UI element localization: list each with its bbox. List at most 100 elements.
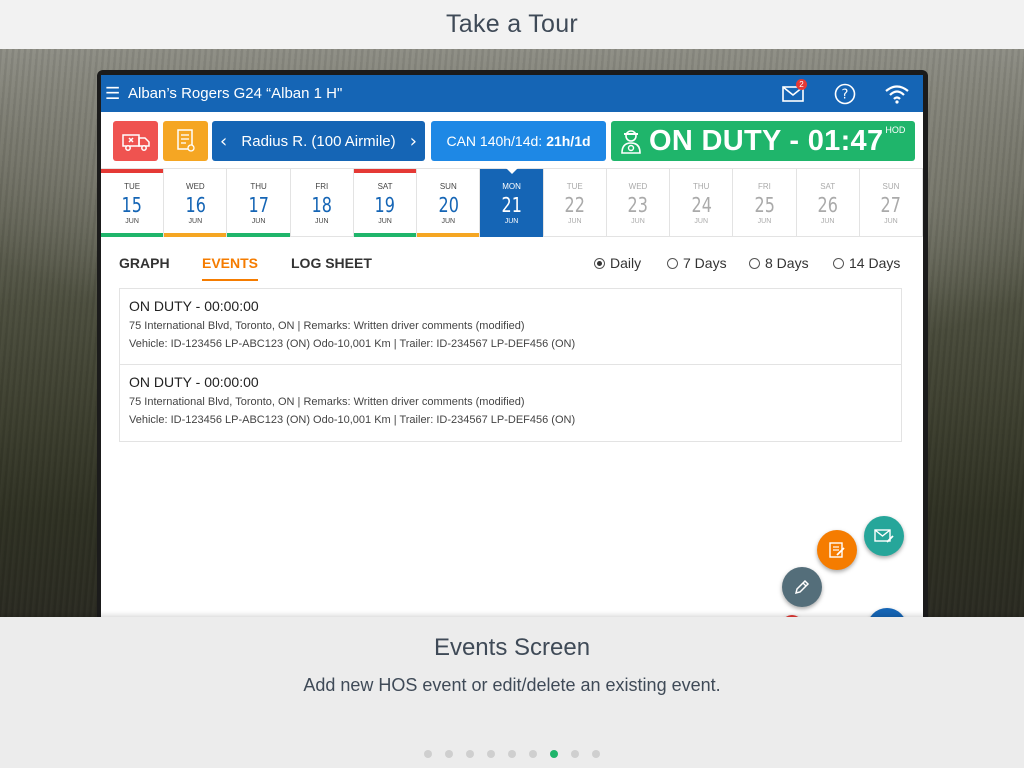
range-daily[interactable]: Daily: [594, 255, 641, 271]
day-month: JUN: [251, 218, 266, 225]
event-title: ON DUTY - 00:00:00: [129, 374, 259, 390]
day-20[interactable]: SUN 20 JUN: [417, 169, 481, 237]
pagination-dots: [0, 750, 1024, 758]
range-8-days[interactable]: 8 Days: [749, 255, 809, 271]
day-status-bar: [101, 233, 164, 237]
tab-events[interactable]: EVENTS: [202, 251, 259, 281]
cycle-summary[interactable]: CAN 140h/14d: 21h/1d: [431, 121, 606, 161]
note-edit-icon: [829, 542, 845, 558]
day-19[interactable]: SAT 19 JUN: [353, 169, 418, 237]
range-14-days[interactable]: 14 Days: [833, 255, 900, 271]
day-number: 17: [248, 193, 269, 217]
radius-selector[interactable]: ‹ Radius R. (100 Airmile) ›: [212, 121, 425, 161]
day-23[interactable]: WED 23 JUN: [607, 169, 671, 237]
range-14-days-label: 14 Days: [849, 255, 901, 271]
event-row[interactable]: ON DUTY - 00:00:00 75 International Blvd…: [120, 289, 901, 365]
tour-panel: Events Screen Add new HOS event or edit/…: [0, 617, 1024, 768]
events-list: ON DUTY - 00:00:00 75 International Blvd…: [119, 288, 902, 442]
pagination-dot[interactable]: [529, 750, 537, 758]
pagination-dot[interactable]: [550, 750, 558, 758]
day-27[interactable]: SUN 27 JUN: [860, 169, 923, 237]
pagination-dot[interactable]: [571, 750, 579, 758]
truck-alert-button[interactable]: [113, 121, 158, 161]
day-alert-bar: [353, 169, 417, 173]
day-selector: TUE 15 JUN WED 16 JUN THU 17 JUN FRI 18 JUN SAT 19 JUN…: [101, 168, 923, 237]
day-of-week: SAT: [377, 182, 393, 191]
tour-title: Take a Tour: [445, 10, 579, 38]
day-status-bar: [164, 233, 227, 237]
fab-edit-event[interactable]: [782, 567, 822, 607]
day-month: JUN: [441, 218, 456, 225]
day-16[interactable]: WED 16 JUN: [164, 169, 228, 237]
cycle-prefix: CAN 140h/14d:: [446, 133, 543, 149]
fab-add-note[interactable]: [817, 530, 857, 570]
radio-8-days[interactable]: [749, 257, 760, 269]
driver-icon: [621, 130, 641, 154]
duty-status-button[interactable]: ON DUTY - 01:47 HOD: [611, 121, 915, 161]
day-21[interactable]: MON 21 JUN: [480, 168, 544, 237]
hamburger-icon[interactable]: ☰: [105, 85, 123, 102]
day-of-week: MON: [502, 182, 521, 191]
pagination-dot[interactable]: [466, 750, 474, 758]
day-26[interactable]: SAT 26 JUN: [797, 169, 860, 237]
status-row: ‹ Radius R. (100 Airmile) › CAN 140h/14d…: [101, 121, 923, 161]
radio-daily[interactable]: [594, 257, 605, 269]
day-status-bar: [227, 233, 290, 237]
day-number: 18: [311, 193, 333, 217]
day-month: JUN: [631, 218, 645, 225]
day-of-week: SAT: [820, 182, 836, 191]
chevron-left-icon[interactable]: ‹: [220, 131, 227, 152]
panel-description: Add new HOS event or edit/delete an exis…: [303, 675, 721, 695]
day-month: JUN: [315, 218, 329, 225]
tab-graph[interactable]: GRAPH: [119, 251, 170, 281]
pagination-dot[interactable]: [592, 750, 600, 758]
mail-icon[interactable]: 2: [779, 78, 807, 106]
day-month: JUN: [820, 218, 835, 225]
truck-alert-icon: [121, 134, 150, 151]
day-of-week: FRI: [758, 182, 771, 191]
day-18[interactable]: FRI 18 JUN: [291, 169, 354, 237]
range-8-days-label: 8 Days: [765, 255, 809, 271]
day-25[interactable]: FRI 25 JUN: [733, 169, 797, 237]
day-number: 26: [817, 193, 838, 217]
day-22[interactable]: TUE 22 JUN: [544, 169, 607, 237]
panel-title: Events Screen: [433, 634, 591, 661]
radio-14-days[interactable]: [833, 257, 844, 269]
chevron-right-icon[interactable]: ›: [410, 131, 417, 152]
fab-send-message[interactable]: [864, 516, 904, 556]
day-alert-bar: [101, 169, 164, 173]
event-row[interactable]: ON DUTY - 00:00:00 75 International Blvd…: [120, 365, 901, 441]
selected-caret: [506, 168, 519, 174]
day-of-week: SUN: [882, 182, 900, 191]
day-of-week: FRI: [315, 182, 329, 191]
day-month: JUN: [378, 218, 392, 225]
day-status-bar: [353, 233, 417, 237]
pagination-dot[interactable]: [487, 750, 495, 758]
pencil-icon: [794, 579, 810, 595]
day-number: 21: [501, 193, 522, 217]
documents-button[interactable]: [163, 121, 208, 161]
pagination-dot[interactable]: [424, 750, 432, 758]
day-status-bar: [417, 233, 480, 237]
day-15[interactable]: TUE 15 JUN: [101, 169, 165, 237]
day-of-week: THU: [693, 182, 710, 191]
day-month: JUN: [567, 218, 582, 225]
day-17[interactable]: THU 17 JUN: [227, 169, 291, 237]
day-number: 24: [691, 193, 712, 217]
event-title: ON DUTY - 00:00:00: [129, 298, 259, 314]
pagination-dot[interactable]: [445, 750, 453, 758]
mail-badge: 2: [796, 78, 807, 90]
tablet-frame: ☰ Alban’s Rogers G24 “Alban 1 H" 2 ? ‹ R…: [97, 70, 928, 630]
radio-7-days[interactable]: [667, 257, 678, 269]
range-7-days[interactable]: 7 Days: [667, 255, 727, 271]
svg-text:?: ?: [842, 87, 849, 102]
app-screen: ☰ Alban’s Rogers G24 “Alban 1 H" 2 ? ‹ R…: [101, 75, 923, 630]
day-number: 16: [185, 193, 206, 217]
tab-log-sheet[interactable]: LOG SHEET: [291, 251, 372, 281]
day-24[interactable]: THU 24 JUN: [670, 169, 734, 237]
help-icon[interactable]: ?: [831, 82, 859, 106]
pagination-dot[interactable]: [508, 750, 516, 758]
wifi-icon[interactable]: [883, 82, 911, 106]
radius-label: Radius R. (100 Airmile): [241, 132, 396, 150]
day-month: JUN: [757, 218, 772, 225]
